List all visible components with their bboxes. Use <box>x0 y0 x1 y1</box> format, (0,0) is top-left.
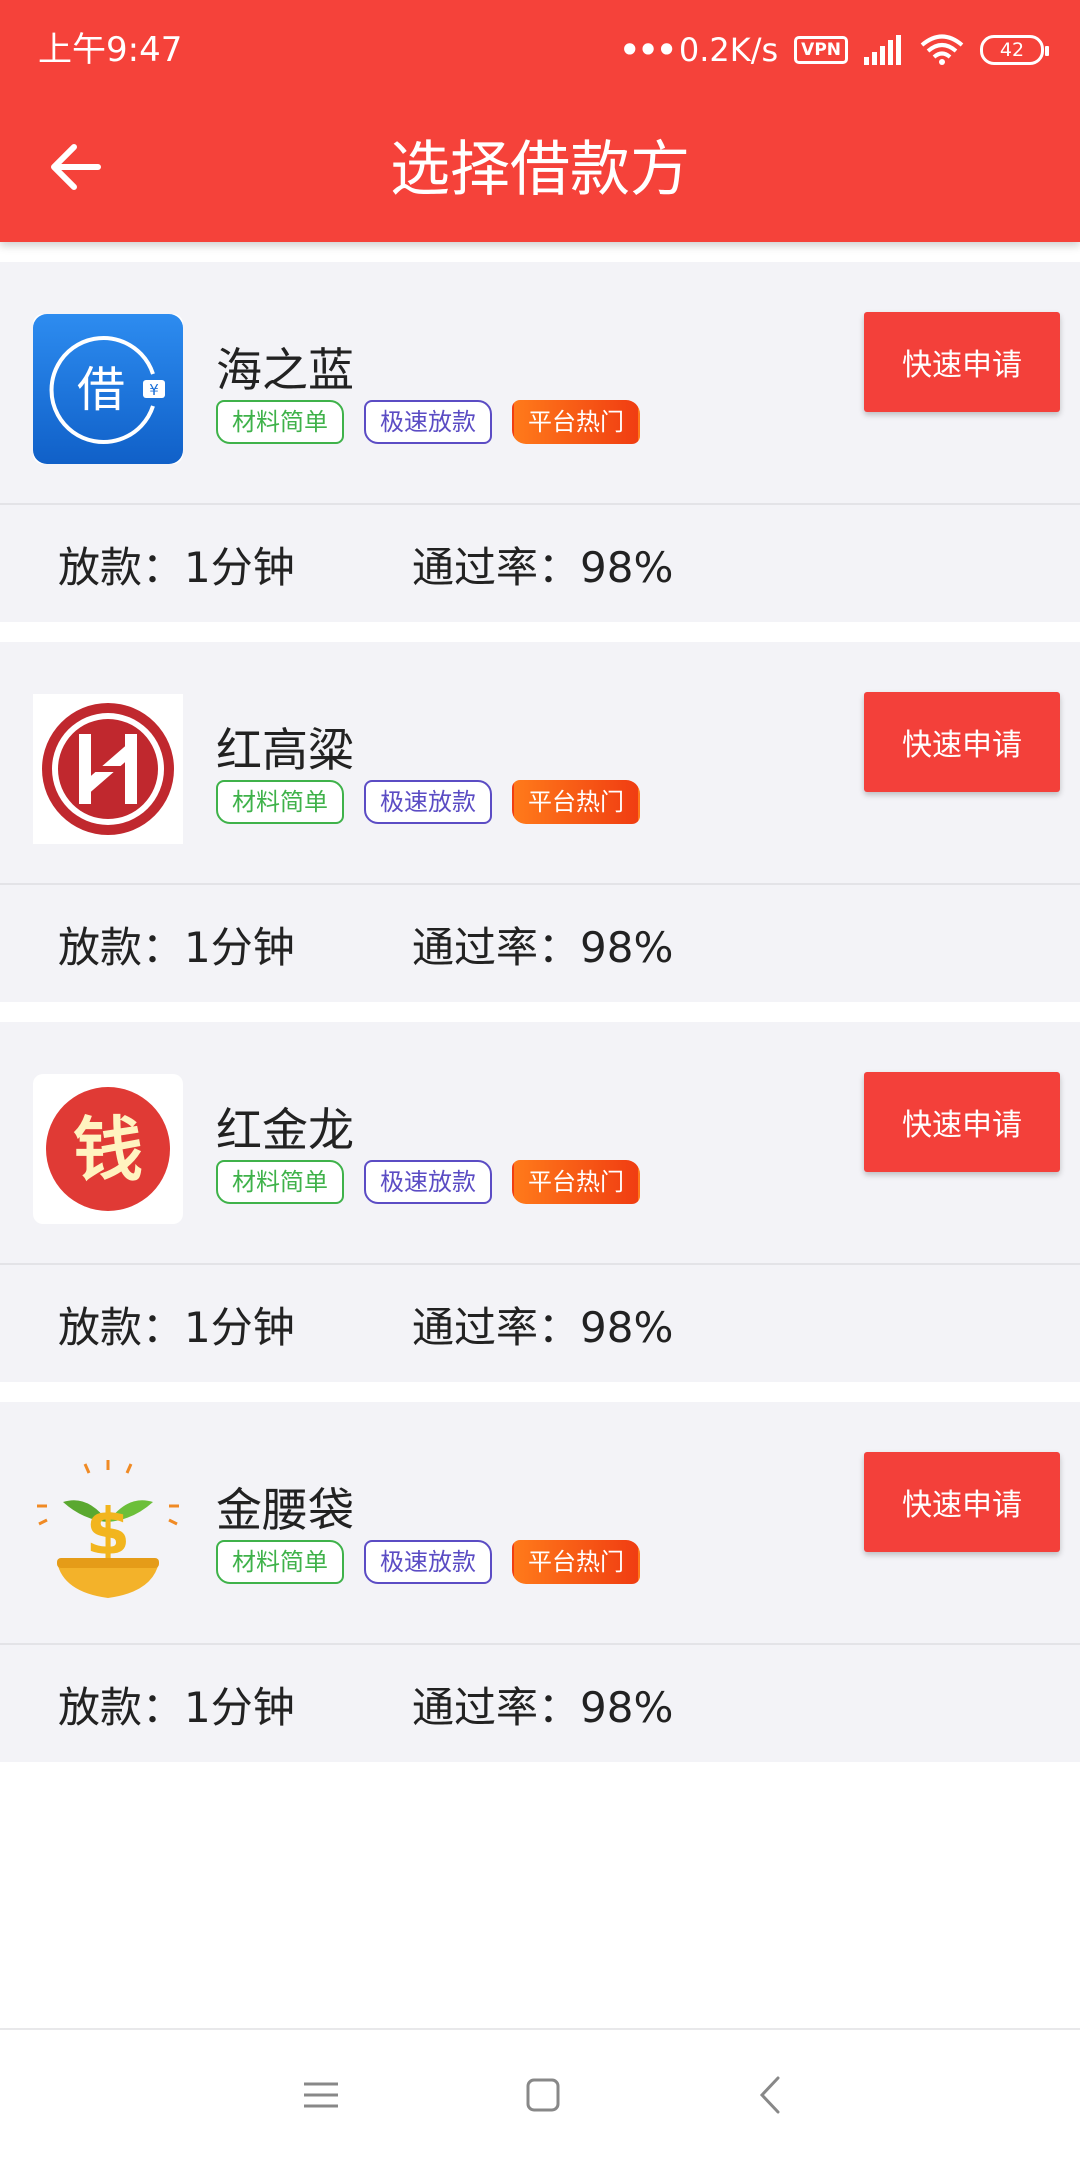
lender-list: 借 ¥ 海之蓝 材料简单 极速放款 平台热门 快速申请 放款：1分钟 通过率：9… <box>0 262 1080 1782</box>
tag-hot-platform: 平台热门 <box>512 400 640 444</box>
honggaoliang-logo <box>33 694 183 844</box>
back-chevron-icon[interactable] <box>746 2070 796 2120</box>
pass-rate: 通过率：98% <box>412 1303 674 1352</box>
tag-simple-materials: 材料简单 <box>216 400 344 444</box>
logo-char: 借 <box>77 362 125 418</box>
quick-apply-button[interactable]: 快速申请 <box>864 312 1060 412</box>
lender-card[interactable]: 借 ¥ 海之蓝 材料简单 极速放款 平台热门 快速申请 放款：1分钟 通过率：9… <box>0 262 1080 622</box>
lender-tags: 材料简单 极速放款 平台热门 <box>216 1540 660 1584</box>
pass-rate: 通过率：98% <box>412 923 674 972</box>
menu-icon[interactable] <box>296 2070 346 2120</box>
lender-stats: 放款：1分钟 通过率：98% <box>0 1647 1080 1762</box>
pass-rate: 通过率：98% <box>412 543 674 592</box>
more-dots-icon: ••• <box>619 31 676 69</box>
tag-simple-materials: 材料简单 <box>216 1540 344 1584</box>
tag-hot-platform: 平台热门 <box>512 1160 640 1204</box>
quick-apply-button[interactable]: 快速申请 <box>864 1072 1060 1172</box>
loan-time: 放款：1分钟 <box>58 543 295 592</box>
lender-name: 红金龙 <box>216 1103 354 1157</box>
system-nav-bar <box>0 2028 1080 2158</box>
wifi-icon <box>920 34 964 65</box>
lender-name: 红高粱 <box>216 723 354 777</box>
lender-tags: 材料简单 极速放款 平台热门 <box>216 1160 660 1204</box>
logo-yen: ¥ <box>149 381 159 399</box>
tag-fast-loan: 极速放款 <box>364 1540 492 1584</box>
lender-name: 金腰袋 <box>216 1483 354 1537</box>
tag-hot-platform: 平台热门 <box>512 780 640 824</box>
quick-apply-button[interactable]: 快速申请 <box>864 692 1060 792</box>
loan-time: 放款：1分钟 <box>58 923 295 972</box>
pass-rate: 通过率：98% <box>412 1683 674 1732</box>
lender-name: 海之蓝 <box>216 343 354 397</box>
network-speed: 0.2K/s <box>678 31 779 69</box>
hongjinlong-logo: 钱 <box>33 1074 183 1224</box>
page-title: 选择借款方 <box>390 135 690 205</box>
battery-icon: 42 <box>980 35 1049 65</box>
quick-apply-button[interactable]: 快速申请 <box>864 1452 1060 1552</box>
signal-icon <box>864 35 901 65</box>
status-icons: ••• 0.2K/s VPN 42 <box>603 28 1049 72</box>
tag-fast-loan: 极速放款 <box>364 1160 492 1204</box>
lender-card[interactable]: 钱 红金龙 材料简单 极速放款 平台热门 快速申请 放款：1分钟 通过率：98% <box>0 1022 1080 1382</box>
tag-simple-materials: 材料简单 <box>216 780 344 824</box>
app-header: 上午9:47 ••• 0.2K/s VPN 42 选择借款方 <box>0 0 1080 242</box>
status-time: 上午9:47 <box>38 30 183 70</box>
tag-hot-platform: 平台热门 <box>512 1540 640 1584</box>
haizhilan-logo: 借 ¥ <box>33 314 183 464</box>
tag-fast-loan: 极速放款 <box>364 780 492 824</box>
lender-card-top: 钱 红金龙 材料简单 极速放款 平台热门 快速申请 <box>0 1022 1080 1265</box>
lender-tags: 材料简单 极速放款 平台热门 <box>216 780 660 824</box>
lender-stats: 放款：1分钟 通过率：98% <box>0 887 1080 1002</box>
tag-fast-loan: 极速放款 <box>364 400 492 444</box>
tag-simple-materials: 材料简单 <box>216 1160 344 1204</box>
lender-stats: 放款：1分钟 通过率：98% <box>0 1267 1080 1382</box>
lender-card[interactable]: $ 金腰袋 材料简单 极速放款 平台热门 快速申请 放款：1分钟 通过率：98% <box>0 1402 1080 1762</box>
lender-card-top: 红高粱 材料简单 极速放款 平台热门 快速申请 <box>0 642 1080 885</box>
lender-stats: 放款：1分钟 通过率：98% <box>0 507 1080 622</box>
lender-card-top: $ 金腰袋 材料简单 极速放款 平台热门 快速申请 <box>0 1402 1080 1645</box>
home-square-icon[interactable] <box>518 2070 568 2120</box>
lender-tags: 材料简单 极速放款 平台热门 <box>216 400 660 444</box>
loan-time: 放款：1分钟 <box>58 1683 295 1732</box>
jinyaodai-logo: $ <box>33 1454 183 1604</box>
logo-char: 钱 <box>73 1109 143 1191</box>
lender-card[interactable]: 红高粱 材料简单 极速放款 平台热门 快速申请 放款：1分钟 通过率：98% <box>0 642 1080 1002</box>
loan-time: 放款：1分钟 <box>58 1303 295 1352</box>
vpn-icon: VPN <box>794 36 848 64</box>
lender-card-top: 借 ¥ 海之蓝 材料简单 极速放款 平台热门 快速申请 <box>0 262 1080 505</box>
